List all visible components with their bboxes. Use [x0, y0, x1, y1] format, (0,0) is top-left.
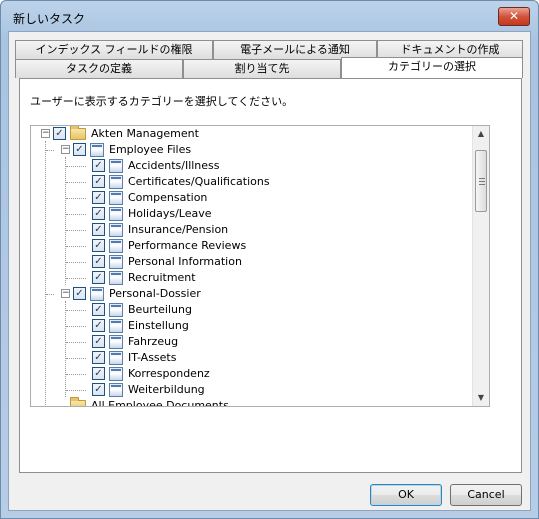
checkbox-checked-icon[interactable]: ✓: [73, 143, 86, 156]
checkbox-checked-icon[interactable]: ✓: [92, 383, 105, 396]
document-icon: [90, 287, 104, 301]
cancel-button[interactable]: Cancel: [450, 484, 522, 506]
folder-icon: [70, 126, 86, 140]
checkbox-checked-icon[interactable]: ✓: [92, 207, 105, 220]
checkbox-checked-icon[interactable]: ✓: [92, 191, 105, 204]
tree-item[interactable]: ✓ Weiterbildung: [31, 382, 451, 398]
scroll-down-icon[interactable]: ▼: [473, 390, 489, 406]
new-task-dialog: 新しいタスク ✕ インデックス フィールドの権限 電子メールによる通知 ドキュメ…: [0, 0, 539, 519]
tree-item-label: Beurteilung: [128, 303, 192, 316]
tree-item-label: Holidays/Leave: [128, 207, 212, 220]
collapse-icon[interactable]: −: [41, 129, 50, 138]
tab-index-field-permissions[interactable]: インデックス フィールドの権限: [15, 40, 213, 59]
category-selection-panel: ユーザーに表示するカテゴリーを選択してください。 − ✓ Akten Manag…: [19, 78, 522, 473]
document-icon: [109, 335, 123, 349]
tab-row-front: タスクの定義 割り当て先 カテゴリーの選択: [13, 57, 523, 78]
tree-item-label: Fahrzeug: [128, 335, 179, 348]
tree-item-label: Performance Reviews: [128, 239, 247, 252]
checkbox-checked-icon[interactable]: ✓: [92, 239, 105, 252]
tab-task-definition[interactable]: タスクの定義: [15, 59, 183, 78]
tree-item-label: Compensation: [128, 191, 208, 204]
checkbox-checked-icon[interactable]: ✓: [92, 335, 105, 348]
tree-scrollbar[interactable]: ▲ ▼: [472, 126, 489, 406]
tab-category-selection[interactable]: カテゴリーの選択: [341, 57, 523, 78]
document-icon: [109, 351, 123, 365]
document-icon: [90, 143, 104, 157]
tree-item[interactable]: ✓ Einstellung: [31, 318, 451, 334]
collapse-icon[interactable]: −: [61, 145, 70, 154]
dialog-client-area: インデックス フィールドの権限 電子メールによる通知 ドキュメントの作成 タスク…: [8, 31, 531, 511]
document-icon: [109, 223, 123, 237]
tree-item[interactable]: ✓ Certificates/Qualifications: [31, 174, 451, 190]
ok-button[interactable]: OK: [370, 484, 442, 506]
checkbox-checked-icon[interactable]: ✓: [92, 175, 105, 188]
tree-item[interactable]: ✓ Fahrzeug: [31, 334, 451, 350]
tree-item-label: Personal Information: [128, 255, 242, 268]
tree-item-label: Recruitment: [128, 271, 196, 284]
tree-item[interactable]: ✓ Insurance/Pension: [31, 222, 451, 238]
tree-item-label: Insurance/Pension: [128, 223, 229, 236]
close-button[interactable]: ✕: [498, 7, 530, 26]
tree-node-root[interactable]: − ✓ Akten Management: [31, 126, 451, 142]
instruction-text: ユーザーに表示するカテゴリーを選択してください。: [30, 95, 294, 108]
tree-item-label: IT-Assets: [128, 351, 177, 364]
document-icon: [109, 255, 123, 269]
scroll-up-icon[interactable]: ▲: [473, 126, 489, 142]
tree-item[interactable]: ✓ Accidents/Illness: [31, 158, 451, 174]
checkbox-checked-icon[interactable]: ✓: [92, 159, 105, 172]
document-icon: [109, 191, 123, 205]
tree-node-label: Personal-Dossier: [109, 287, 201, 300]
tree-node-label: Akten Management: [91, 127, 199, 140]
document-icon: [109, 383, 123, 397]
tree-node-personal-dossier[interactable]: − ✓ Personal-Dossier: [31, 286, 451, 302]
document-icon: [109, 207, 123, 221]
tree-item-label: Weiterbildung: [128, 383, 205, 396]
scroll-thumb[interactable]: [475, 150, 487, 212]
tree-item[interactable]: ✓ Korrespondenz: [31, 366, 451, 382]
tree-item-label: Einstellung: [128, 319, 189, 332]
document-icon: [109, 271, 123, 285]
tree-item[interactable]: ✓ Beurteilung: [31, 302, 451, 318]
tree-item[interactable]: ✓ Recruitment: [31, 270, 451, 286]
tab-assigned-to[interactable]: 割り当て先: [183, 59, 341, 78]
tree-item[interactable]: ✓ Personal Information: [31, 254, 451, 270]
checkbox-checked-icon[interactable]: ✓: [53, 127, 66, 140]
checkbox-checked-icon[interactable]: ✓: [92, 303, 105, 316]
document-icon: [109, 239, 123, 253]
tree-node-all-employee-documents[interactable]: All Employee Documents: [31, 397, 451, 407]
checkbox-checked-icon[interactable]: ✓: [92, 271, 105, 284]
document-icon: [109, 367, 123, 381]
document-icon: [109, 319, 123, 333]
tree-item-label: Accidents/Illness: [128, 159, 220, 172]
checkbox-checked-icon[interactable]: ✓: [92, 319, 105, 332]
tree-node-label: All Employee Documents: [91, 399, 229, 407]
checkbox-checked-icon[interactable]: ✓: [92, 351, 105, 364]
checkbox-checked-icon[interactable]: ✓: [73, 287, 86, 300]
collapse-icon[interactable]: −: [61, 289, 70, 298]
category-tree[interactable]: − ✓ Akten Management − ✓ Employee Files …: [30, 125, 490, 407]
tree-item[interactable]: ✓ Compensation: [31, 190, 451, 206]
document-icon: [109, 175, 123, 189]
tree-item-label: Certificates/Qualifications: [128, 175, 270, 188]
checkbox-checked-icon[interactable]: ✓: [92, 223, 105, 236]
tree-item[interactable]: ✓ Performance Reviews: [31, 238, 451, 254]
checkbox-checked-icon[interactable]: ✓: [92, 255, 105, 268]
checkbox-checked-icon[interactable]: ✓: [92, 367, 105, 380]
folder-icon: [70, 397, 86, 406]
document-icon: [109, 159, 123, 173]
title-bar[interactable]: 新しいタスク ✕: [1, 1, 538, 31]
tree-item[interactable]: ✓ Holidays/Leave: [31, 206, 451, 222]
tree-item[interactable]: ✓ IT-Assets: [31, 350, 451, 366]
tree-item-label: Korrespondenz: [128, 367, 210, 380]
document-icon: [109, 303, 123, 317]
tree-node-employee-files[interactable]: − ✓ Employee Files: [31, 142, 451, 158]
tree-node-label: Employee Files: [109, 143, 192, 156]
window-title: 新しいタスク: [13, 12, 86, 26]
